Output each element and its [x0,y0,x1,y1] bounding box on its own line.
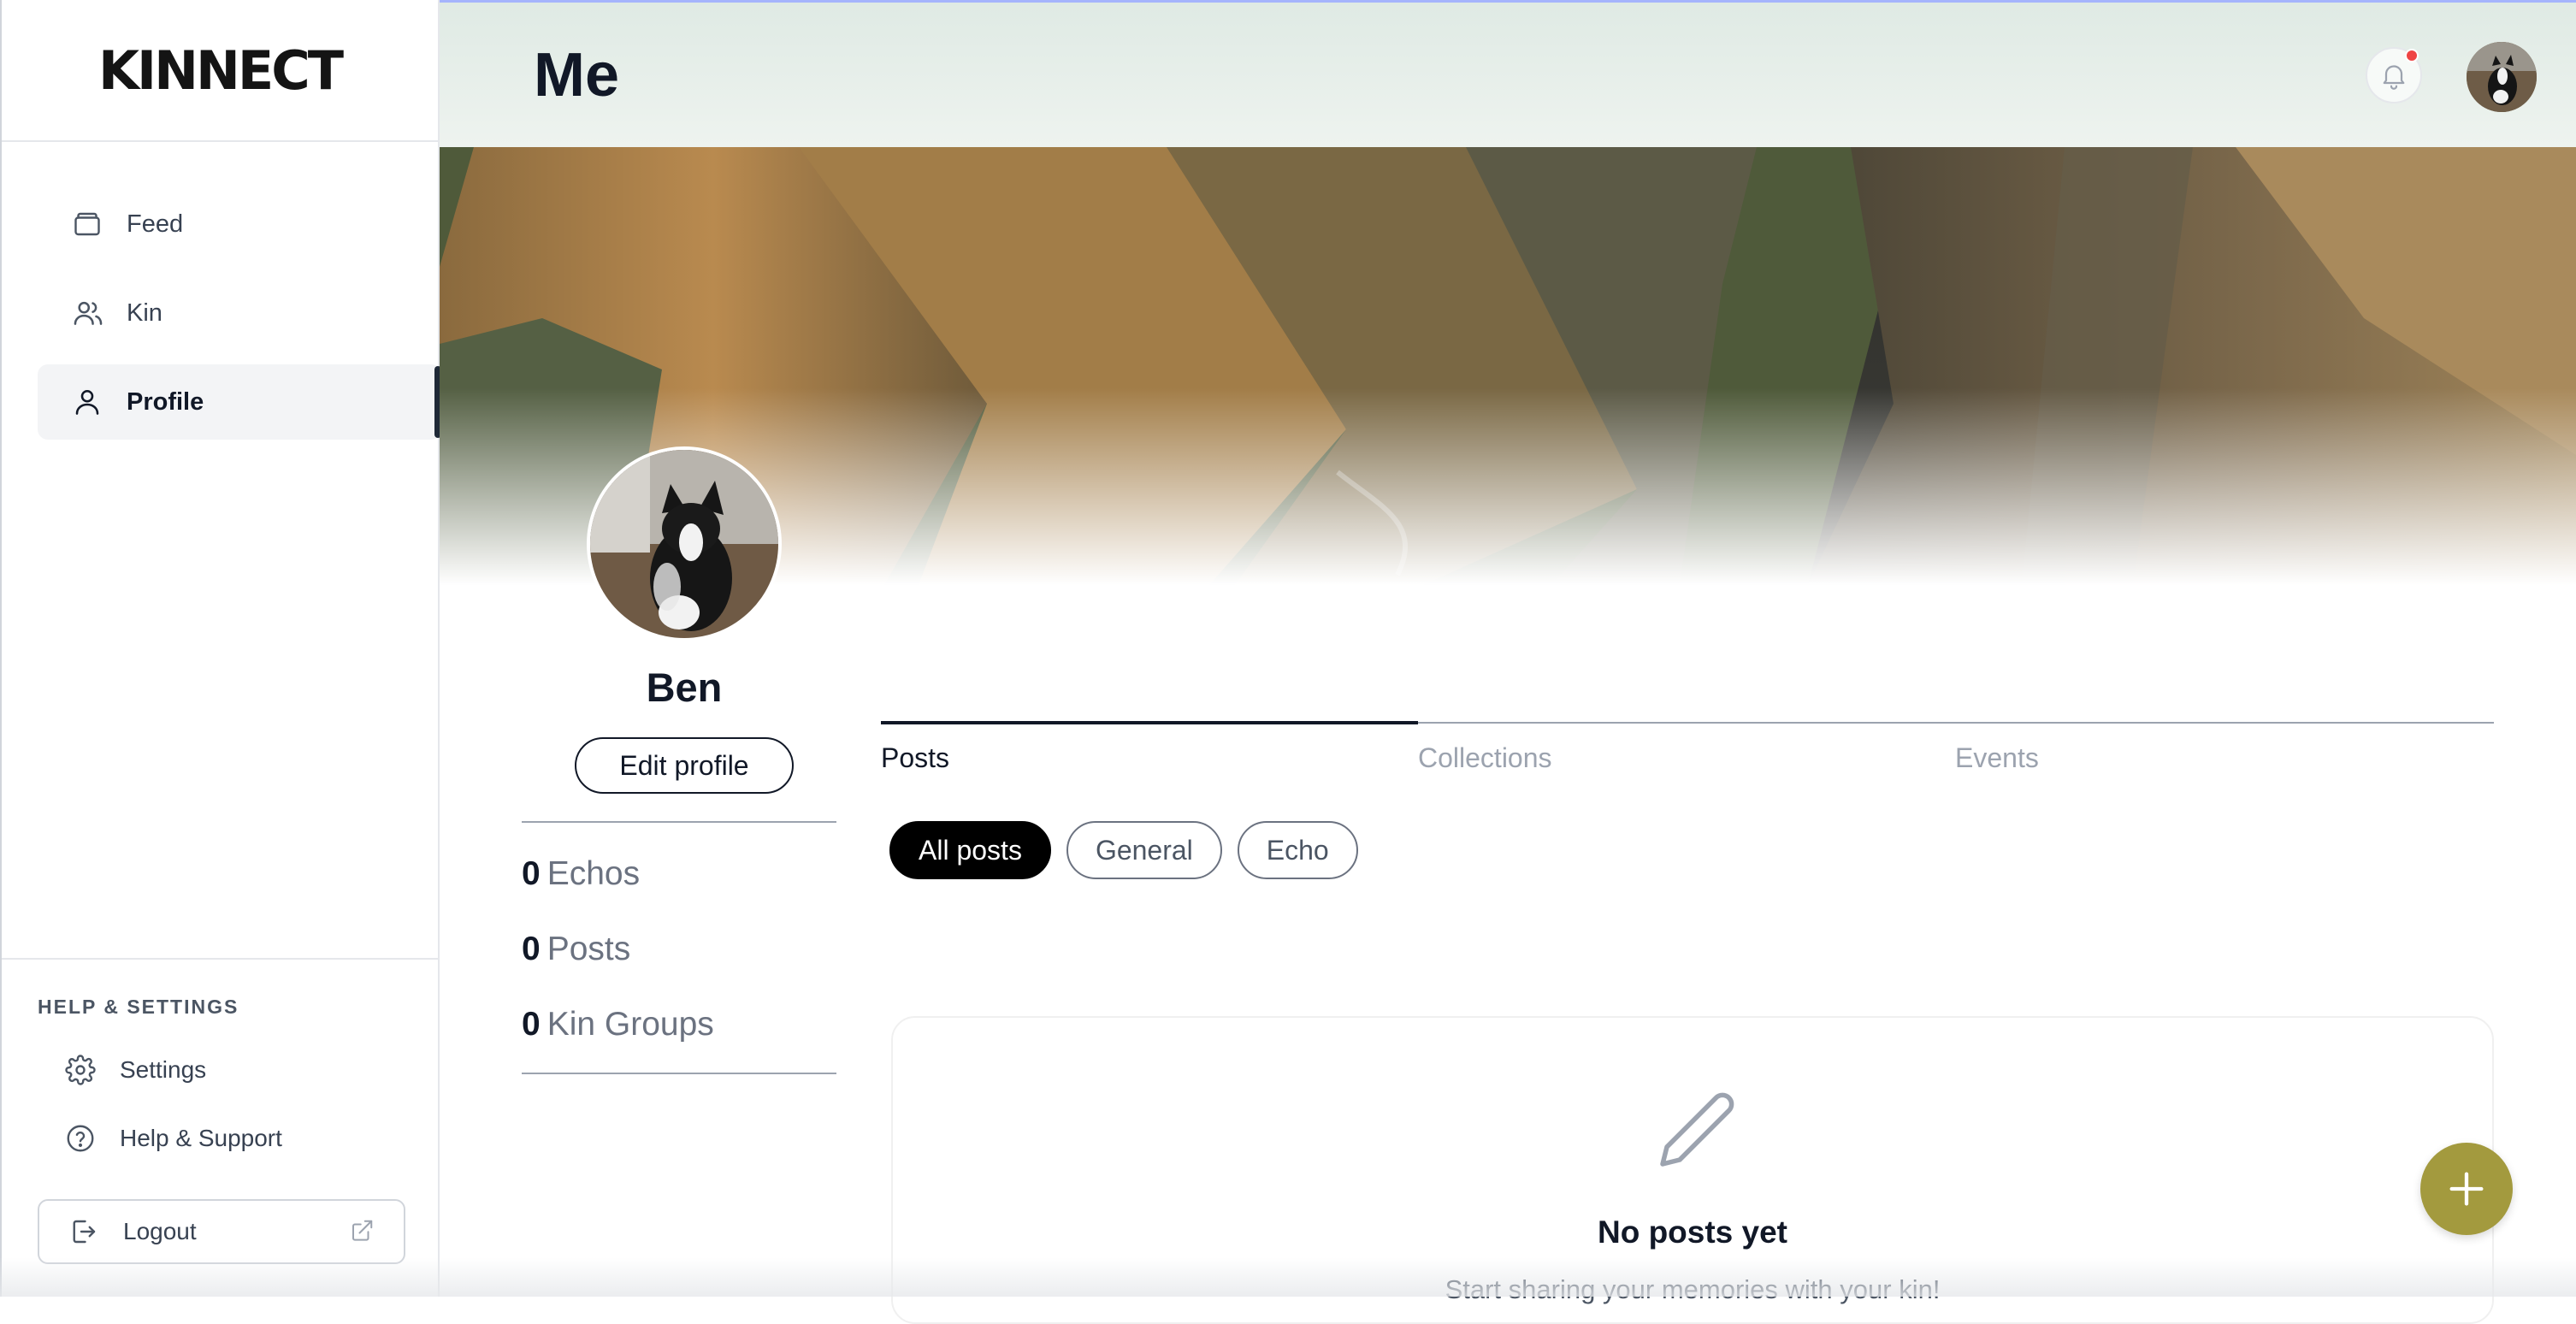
sidebar: KINNECT Feed Kin Profile HELP & SETTINGS… [0,0,441,1297]
active-tab-indicator [881,721,1418,724]
sidebar-item-label: Kin [127,298,162,327]
help-support-link[interactable]: Help & Support [65,1113,440,1164]
help-settings-section: HELP & SETTINGS Settings Help & Support [2,958,440,1181]
external-link-icon [349,1218,378,1247]
profile-stats: 0 Echos 0 Posts 0 Kin Groups [522,821,836,1074]
pencil-icon [1645,1083,1748,1185]
stat-value: 0 [522,931,541,967]
edit-profile-button[interactable]: Edit profile [575,737,794,794]
tab-posts[interactable]: Posts [881,742,949,774]
stat-label: Posts [547,931,631,967]
tab-collections[interactable]: Collections [1418,742,1552,774]
page-title: Me [534,41,620,109]
logout-icon [68,1215,103,1249]
stat-posts: 0 Posts [522,924,836,999]
post-filters: All posts General Echo [889,821,1358,879]
stat-value: 0 [522,855,541,892]
logout-label: Logout [123,1218,197,1244]
help-support-label: Help & Support [120,1125,282,1151]
stat-echos: 0 Echos [522,848,836,924]
stat-label: Kin Groups [547,1006,714,1043]
bell-icon [2383,65,2405,90]
plus-icon [2449,1172,2484,1206]
empty-state-title: No posts yet [1597,1215,1788,1250]
tab-events[interactable]: Events [1955,742,2039,774]
user-avatar[interactable] [2467,42,2537,112]
logo-area: KINNECT [2,0,438,142]
stat-kin-groups: 0 Kin Groups [522,999,836,1050]
sidebar-nav: Feed Kin Profile [38,186,441,453]
filter-general[interactable]: General [1066,821,1222,879]
notifications-button[interactable] [2366,47,2422,103]
notification-badge [2405,49,2419,62]
sidebar-item-label: Feed [127,210,184,238]
filter-echo[interactable]: Echo [1237,821,1358,879]
settings-label: Settings [120,1056,207,1083]
sidebar-item-profile[interactable]: Profile [38,364,441,440]
empty-posts-card: No posts yet Start sharing your memories… [891,1016,2494,1324]
empty-state-subtitle: Start sharing your memories with your ki… [1445,1274,1941,1304]
profile-tabs: Posts Collections Events [881,721,2494,782]
filter-all-posts[interactable]: All posts [889,821,1051,879]
help-section-title: HELP & SETTINGS [38,996,239,1018]
sidebar-item-feed[interactable]: Feed [38,186,441,262]
stat-label: Echos [547,855,641,892]
gear-icon [65,1053,99,1087]
users-icon [72,296,106,330]
app-logo[interactable]: KINNECT [98,39,344,102]
user-icon [72,385,106,419]
settings-link[interactable]: Settings [65,1044,440,1096]
profile-avatar[interactable] [587,446,782,641]
layers-icon [72,207,106,241]
help-circle-icon [65,1121,99,1156]
sidebar-item-label: Profile [127,387,204,416]
profile-name: Ben [646,665,723,710]
stat-value: 0 [522,1006,541,1043]
create-post-button[interactable] [2420,1143,2513,1235]
logout-button[interactable]: Logout [38,1199,405,1264]
top-header: Me [440,0,2576,147]
sidebar-item-kin[interactable]: Kin [38,275,441,351]
